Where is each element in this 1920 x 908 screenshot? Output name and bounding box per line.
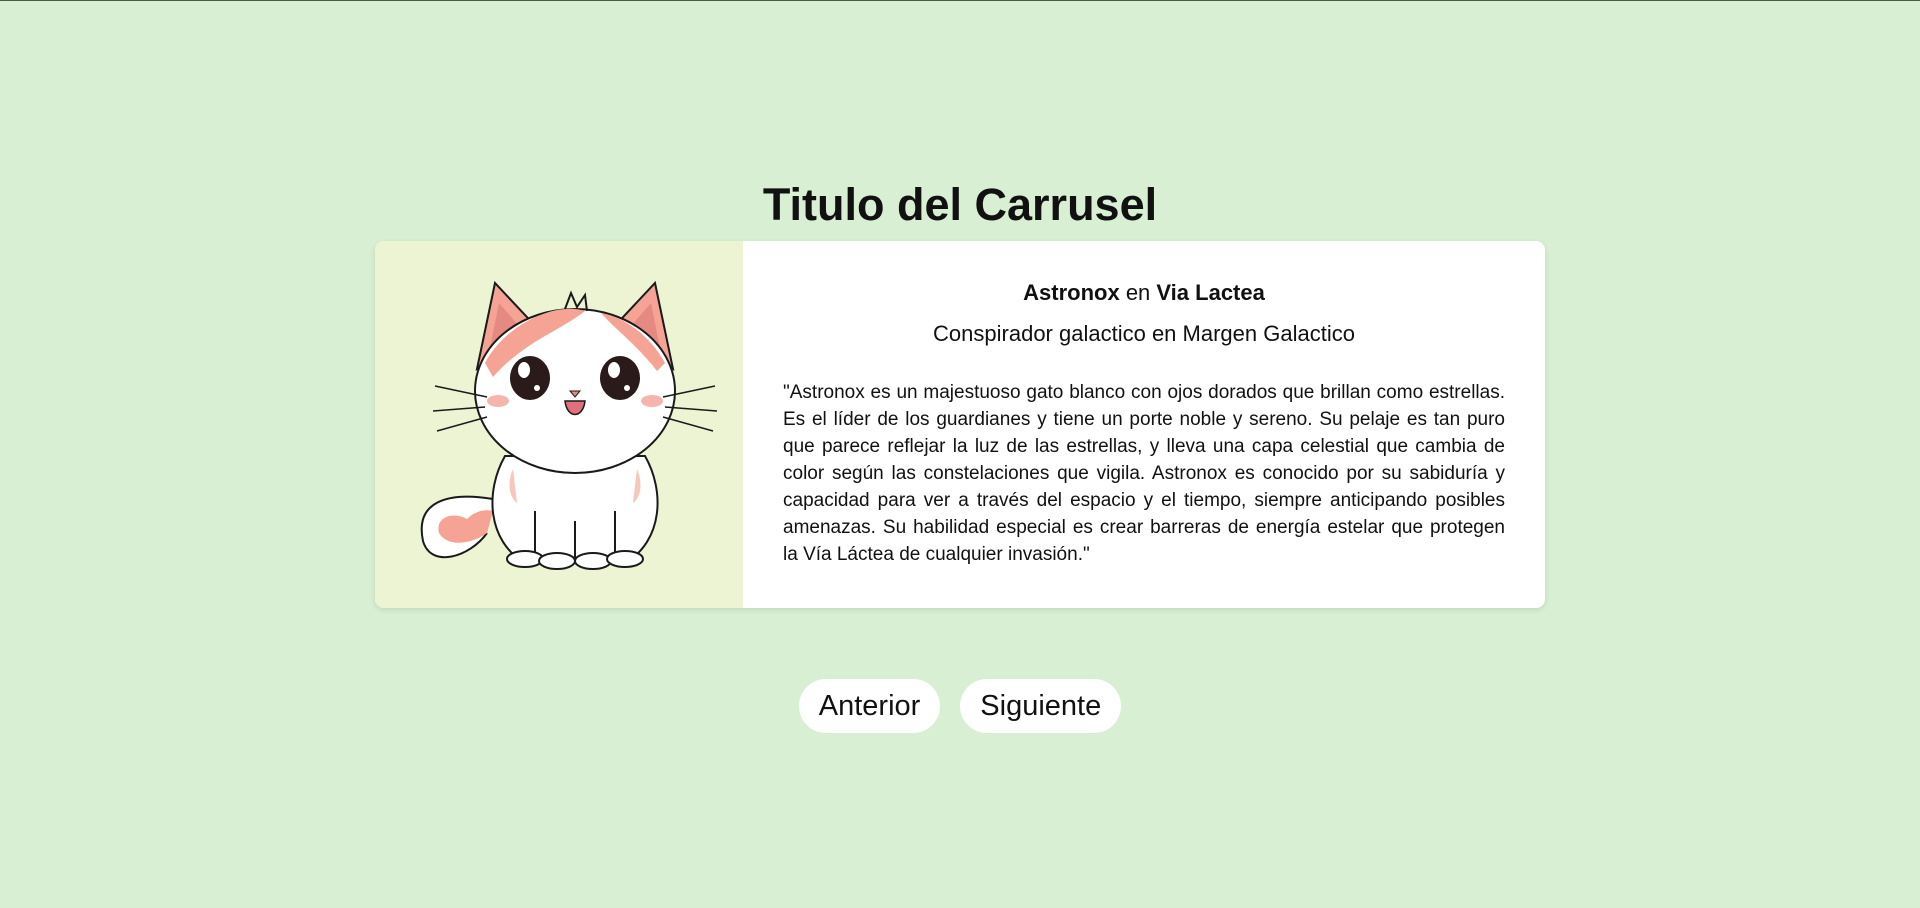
- next-button[interactable]: Siguiente: [960, 679, 1122, 733]
- cat-illustration-icon: [420, 280, 718, 570]
- previous-button[interactable]: Anterior: [798, 679, 941, 733]
- heading-connector: en: [1119, 280, 1157, 305]
- carousel-slide: Astronox en Via Lactea Conspirador galac…: [375, 241, 1545, 608]
- character-location: Via Lactea: [1156, 280, 1265, 305]
- slide-subtitle: Conspirador galactico en Margen Galactic…: [933, 321, 1355, 346]
- character-name: Astronox: [1023, 280, 1120, 305]
- slide-heading: Astronox en Via Lactea: [783, 279, 1505, 307]
- slide-description: "Astronox es un majestuoso gato blanco c…: [783, 382, 1505, 565]
- slide-content: Astronox en Via Lactea Conspirador galac…: [783, 241, 1505, 608]
- carousel-controls: Anterior Siguiente: [0, 679, 1920, 733]
- carousel-title: Titulo del Carrusel: [762, 179, 1158, 230]
- slide-image: [375, 241, 743, 608]
